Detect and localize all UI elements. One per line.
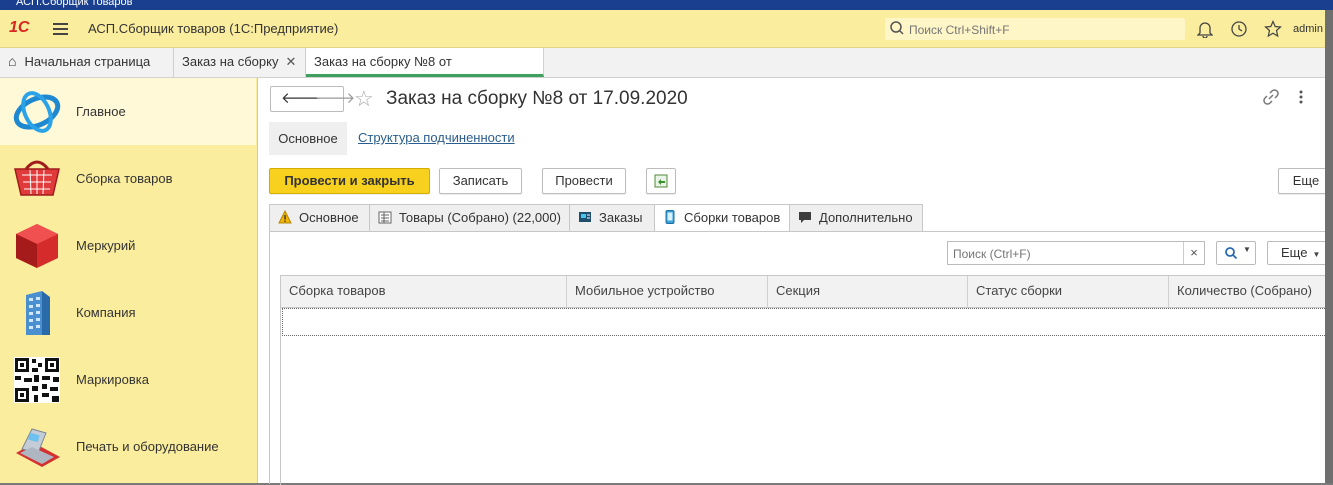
tab-main[interactable]: Основное [269,204,370,232]
favorites-star-icon[interactable] [1264,20,1282,38]
history-icon[interactable] [1230,20,1248,38]
sections-sidebar: Главное Сборка товаров Меркурий Компания… [0,78,258,483]
window-titlebar: АСП.Сборщик товаров [0,0,1333,10]
chevron-down-icon: ▼ [1312,250,1321,259]
sidebar-item-mercury[interactable]: Меркурий [0,212,256,279]
tab-order-list[interactable]: Заказ на сборку ✕ [174,48,306,77]
forward-arrow-icon[interactable]: 🡒 [315,88,355,107]
search-button[interactable]: ▼ [1216,241,1256,265]
sidebar-item-label: Компания [76,305,136,320]
phone-icon [665,210,675,224]
sidebar-item-marking[interactable]: Маркировка [0,346,256,413]
search-icon [1225,247,1238,260]
global-search-input[interactable] [907,20,1181,39]
document-form: 🡐 🡒 ☆ Заказ на сборку №8 от 17.09.2020 О… [258,78,1333,485]
tab-assemblies[interactable]: Сборки товаров [654,204,790,232]
sidebar-item-assembly[interactable]: Сборка товаров [0,145,256,212]
1c-logo: 1С [9,19,30,36]
window-title: АСП.Сборщик товаров [16,0,133,8]
global-search[interactable] [885,18,1185,40]
tab-label: Товары (Собрано) (22,000) [399,210,561,225]
top-bar: 1С АСП.Сборщик товаров (1С:Предприятие) … [0,10,1325,48]
nav-buttons: 🡐 🡒 [270,86,355,112]
page-title: Заказ на сборку №8 от 17.09.2020 [386,88,688,109]
tab-label: Основное [299,210,359,225]
sidebar-item-main[interactable]: Главное [0,78,256,145]
column-header[interactable]: Количество (Собрано) [1169,276,1329,307]
report-icon [654,174,668,188]
link-icon[interactable] [1262,88,1280,106]
more-vertical-icon[interactable] [1298,90,1304,104]
sidebar-item-label: Маркировка [76,372,149,387]
bell-icon[interactable] [1197,20,1213,38]
subnav-main[interactable]: Основное [269,122,347,155]
goods-icon [378,211,392,224]
building-icon [26,291,50,335]
tab-label: Заказ на сборку [182,54,279,69]
close-icon[interactable]: ✕ [285,54,296,69]
sidebar-item-label: Сборка товаров [76,171,173,186]
warning-icon [278,210,292,224]
tab-label: Дополнительно [819,210,913,225]
home-icon: ⌂ [8,53,17,69]
table-search-input[interactable] [951,245,1185,263]
tab-orders[interactable]: Заказы [569,204,655,232]
sidebar-item-label: Печать и оборудование [76,439,219,454]
tab-label: Заказы [599,210,643,225]
open-tabs-bar: ⌂ Начальная страница Заказ на сборку ✕ Зак… [0,48,1325,96]
user-name[interactable]: admin [1293,23,1323,35]
column-header[interactable]: Статус сборки [968,276,1169,307]
orders-icon [579,212,591,222]
column-header[interactable]: Секция [768,276,968,307]
menu-icon[interactable] [53,23,68,38]
main-section-icon [13,91,61,133]
clear-search-icon[interactable]: × [1183,242,1204,264]
table-header: Сборка товаров Мобильное устройство Секц… [281,276,1329,308]
tab-home[interactable]: ⌂ Начальная страница [0,48,174,77]
save-button[interactable]: Записать [439,168,522,194]
report-button[interactable] [646,168,676,194]
sidebar-item-print[interactable]: Печать и оборудование [0,413,256,480]
favorite-star-icon[interactable]: ☆ [354,86,374,112]
sidebar-item-company[interactable]: Компания [0,279,256,346]
table-more-button[interactable]: Еще ▼ [1267,241,1327,265]
tab-label: Сборки товаров [684,210,781,225]
post-button[interactable]: Провести [542,168,626,194]
column-header[interactable]: Сборка товаров [281,276,567,307]
red-cube-icon [16,224,58,268]
tab-label: Начальная страница [24,54,151,69]
assemblies-table: Сборка товаров Мобильное устройство Секц… [280,275,1329,485]
chevron-down-icon: ▼ [1243,245,1251,254]
table-more-label: Еще [1281,245,1308,260]
tab-additional[interactable]: Дополнительно [789,204,923,232]
search-icon [890,21,904,35]
sidebar-item-label: Меркурий [76,238,136,253]
window-edge [1325,10,1333,483]
table-row[interactable] [282,308,1327,336]
comment-icon [799,212,811,223]
basket-icon [14,160,60,196]
table-search[interactable]: × [947,241,1205,265]
tab-order-8[interactable]: Заказ на сборку №8 от 17.09.2020✕ [306,48,544,96]
column-header[interactable]: Мобильное устройство [567,276,768,307]
app-title: АСП.Сборщик товаров (1С:Предприятие) [88,21,339,36]
payment-terminal-icon [16,428,60,467]
assemblies-panel: × ▼ Еще ▼ Сборка товаров Мобильное устрой… [269,231,1329,485]
qr-code-icon [14,357,60,403]
sidebar-item-label: Главное [76,104,126,119]
tab-goods[interactable]: Товары (Собрано) (22,000) [369,204,570,232]
post-and-close-button[interactable]: Провести и закрыть [269,168,430,194]
subnav-structure-link[interactable]: Структура подчиненности [358,130,515,145]
